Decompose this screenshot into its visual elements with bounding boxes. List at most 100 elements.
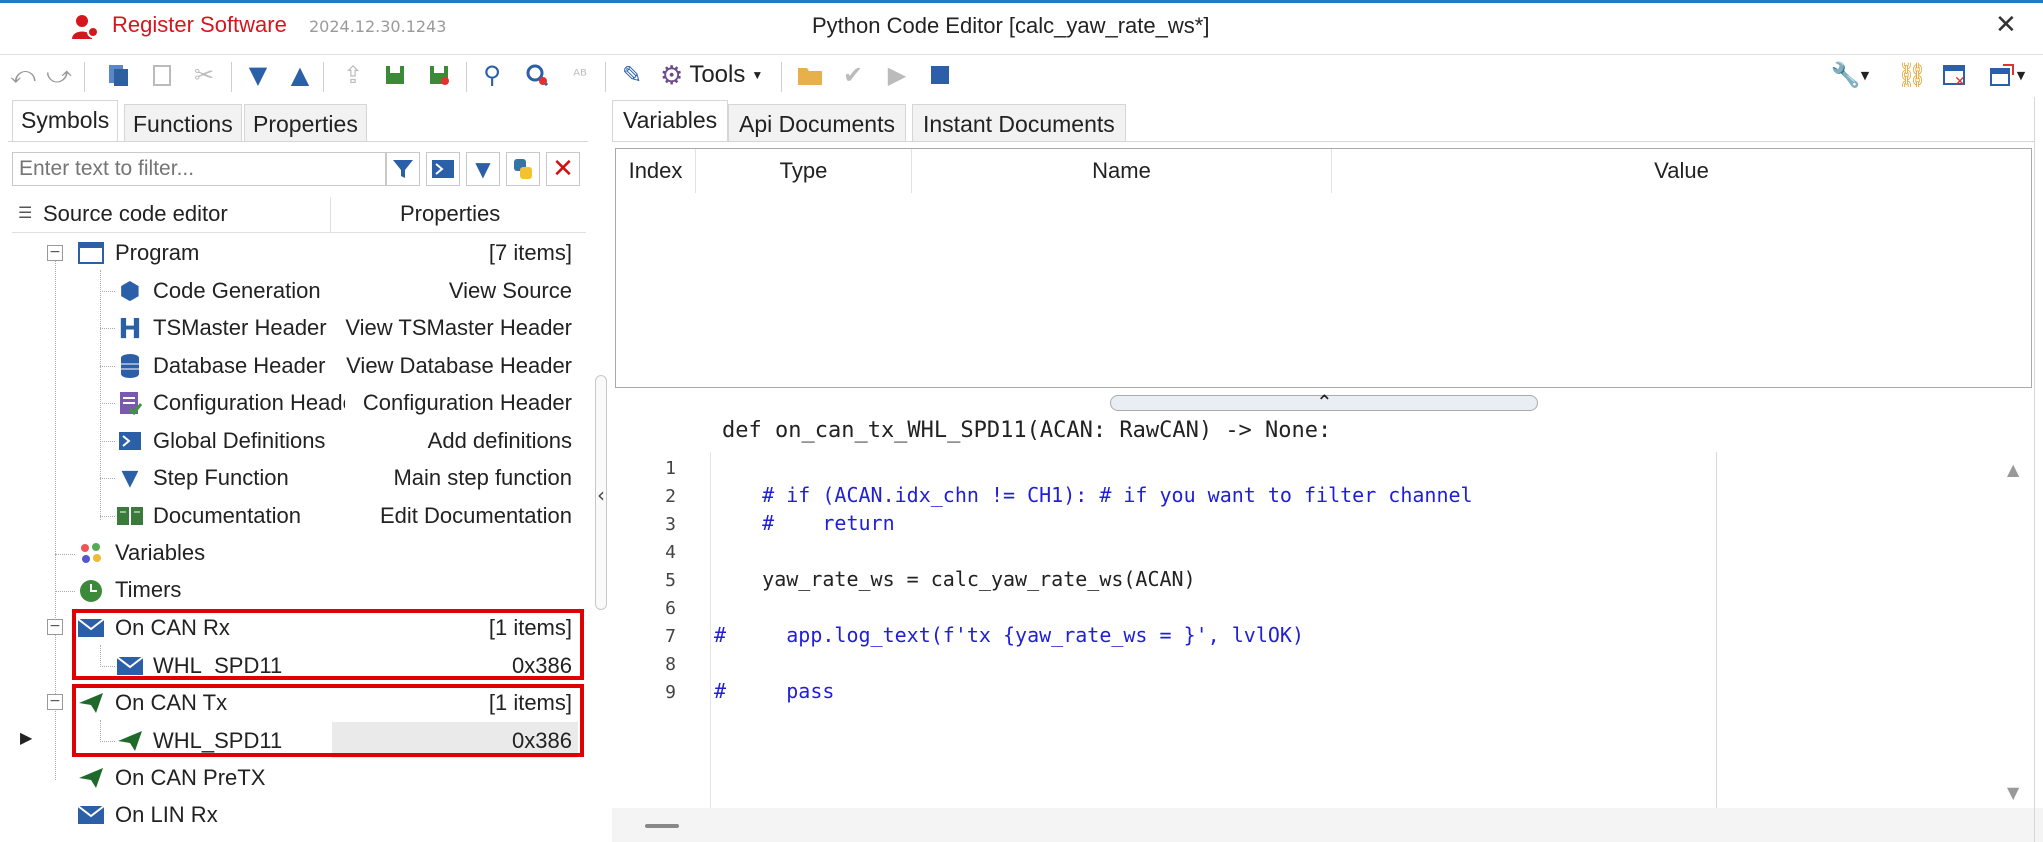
collapse-panel-icon[interactable]: ‹ xyxy=(597,483,605,507)
tree-item-documentation[interactable]: Documentation Edit Documentation xyxy=(153,498,572,534)
column-header-name[interactable]: Name xyxy=(912,149,1332,193)
tree-item-label: On CAN PreTX xyxy=(115,765,266,790)
clear-filter-icon[interactable]: ✕ xyxy=(546,152,580,186)
column-properties[interactable]: Properties xyxy=(400,201,500,227)
python-icon[interactable] xyxy=(506,152,540,186)
tree-item-value: View TSMaster Header xyxy=(345,315,572,340)
register-user-icon[interactable] xyxy=(70,12,100,42)
search-icon[interactable]: ⚲ xyxy=(477,60,507,90)
close-window-button[interactable]: ✕ xyxy=(1995,10,2017,40)
filter-input[interactable] xyxy=(12,152,386,186)
filter-icon[interactable] xyxy=(386,152,420,186)
wrench-icon[interactable]: 🔧 ▼ xyxy=(1828,60,1872,90)
powershell-icon[interactable] xyxy=(426,152,460,186)
open-folder-icon[interactable] xyxy=(795,60,825,90)
collapse-program-toggle[interactable]: − xyxy=(47,245,63,261)
export-icon[interactable]: ⇪ xyxy=(338,60,368,90)
cut-icon[interactable]: ✂ xyxy=(189,60,219,90)
code-line-comment[interactable]: # pass xyxy=(714,679,834,703)
line-number: 7 xyxy=(665,626,676,647)
code-line-comment[interactable]: # return xyxy=(714,511,894,535)
line-number: 4 xyxy=(665,542,676,563)
collapse-on-can-tx-toggle[interactable]: − xyxy=(47,694,63,710)
tree-item-label: TSMaster Header xyxy=(153,315,327,340)
tab-symbols[interactable]: Symbols xyxy=(12,100,119,142)
tab-functions[interactable]: Functions xyxy=(124,104,242,142)
tree-item-label: On LIN Rx xyxy=(115,802,218,827)
line-number: 6 xyxy=(665,598,676,619)
book-icon xyxy=(116,502,144,530)
tree-item-global-definitions[interactable]: Global Definitions Add definitions xyxy=(153,423,572,459)
scroll-down-icon[interactable]: ▼ xyxy=(2007,783,2019,802)
paste-icon[interactable] xyxy=(147,60,177,90)
tab-variables[interactable]: Variables xyxy=(612,100,729,142)
current-row-marker-icon: ▶ xyxy=(20,728,33,747)
pencil-icon[interactable]: ✎ xyxy=(617,60,647,90)
column-header-value[interactable]: Value xyxy=(1332,149,2031,193)
tree-item-database-header[interactable]: Database Header View Database Header xyxy=(153,348,572,384)
register-software-link[interactable]: Register Software xyxy=(112,12,287,38)
chevron-up-icon[interactable]: ⌃ xyxy=(1316,390,1333,414)
column-source-code-editor[interactable]: Source code editor xyxy=(43,201,228,227)
tree-item-tsmaster-header[interactable]: TSMaster Header View TSMaster Header xyxy=(153,310,572,346)
tab-api-documents[interactable]: Api Documents xyxy=(728,104,906,142)
variables-table: Index Type Name Value xyxy=(615,148,2032,388)
code-line-comment[interactable]: # app.log_text(f'tx {yaw_rate_ws = }', l… xyxy=(714,623,1304,647)
column-header-type[interactable]: Type xyxy=(696,149,912,193)
send-icon xyxy=(77,764,105,792)
tree-item-value: [7 items] xyxy=(488,240,572,265)
scroll-up-icon[interactable]: ▲ xyxy=(2007,460,2019,479)
stop-icon[interactable] xyxy=(925,60,955,90)
link-icon[interactable]: ⛓ xyxy=(1897,60,1927,90)
find-replace-icon[interactable] xyxy=(522,60,552,90)
code-line[interactable]: yaw_rate_ws = calc_yaw_rate_ws(ACAN) xyxy=(714,567,1195,591)
tree-item-step-function[interactable]: Step Function Main step function xyxy=(153,460,572,496)
chevron-down-icon: ▼ xyxy=(751,68,764,82)
tree-item-label: Global Definitions xyxy=(153,428,326,453)
window-title: Python Code Editor [calc_yaw_rate_ws*] xyxy=(812,13,1210,38)
undo-icon[interactable]: ⤺ xyxy=(8,60,38,90)
dropdown-filter-icon[interactable]: ▼ xyxy=(466,152,500,186)
tree-item-variables[interactable]: Variables xyxy=(115,535,572,571)
check-icon[interactable]: ✔ xyxy=(838,60,868,90)
tab-properties[interactable]: Properties xyxy=(244,104,367,142)
run-icon[interactable]: ▶ xyxy=(882,60,912,90)
tree-item-program[interactable]: Program [7 items] xyxy=(115,235,572,271)
tools-menu-button[interactable]: ⚙ Tools ▼ xyxy=(660,60,763,90)
move-down-icon[interactable]: ▼ xyxy=(243,60,273,90)
save-icon[interactable] xyxy=(380,60,410,90)
tree-item-value: Edit Documentation xyxy=(380,503,572,528)
tree-item-configuration-header[interactable]: Configuration Header Configuration Heade… xyxy=(153,385,572,421)
move-up-icon[interactable]: ▲ xyxy=(285,60,315,90)
line-number: 1 xyxy=(665,458,676,479)
save-as-icon[interactable] xyxy=(424,60,454,90)
line-number: 2 xyxy=(665,486,676,507)
redo-icon[interactable]: ⤻ xyxy=(44,60,74,90)
collapse-on-can-rx-toggle[interactable]: − xyxy=(47,619,63,635)
tools-label: Tools xyxy=(689,61,746,88)
text-replace-icon[interactable]: ᴬᴮ xyxy=(565,60,595,90)
tree-item-timers[interactable]: Timers xyxy=(115,572,572,608)
tree-item-code-generation[interactable]: Code Generation View Source xyxy=(153,273,572,309)
tree-item-on-can-pretx[interactable]: On CAN PreTX xyxy=(115,760,572,796)
close-window-icon[interactable]: ✕ xyxy=(1940,60,1970,90)
tree-item-label: Timers xyxy=(115,577,182,602)
line-number: 8 xyxy=(665,654,676,675)
column-header-index[interactable]: Index xyxy=(616,149,696,193)
tree-item-value: View Source xyxy=(448,278,572,303)
tab-instant-documents[interactable]: Instant Documents xyxy=(912,104,1126,142)
function-signature: def on_can_tx_WHL_SPD11(ACAN: RawCAN) ->… xyxy=(722,418,1332,443)
tree-item-on-lin-rx[interactable]: On LIN Rx xyxy=(115,797,572,833)
copy-icon[interactable] xyxy=(103,60,133,90)
tree-item-label: Configuration Header xyxy=(153,390,345,415)
window-export-icon[interactable]: ▼ xyxy=(1982,60,2032,90)
editor-horizontal-scrollbar[interactable] xyxy=(612,808,2043,842)
code-line-comment[interactable]: # if (ACAN.idx_chn != CH1): # if you wan… xyxy=(714,483,1472,507)
tree-item-label: Program xyxy=(115,240,200,265)
list-icon: ☰ xyxy=(18,205,33,222)
gear-icon: ⚙ xyxy=(660,59,684,90)
tree-item-label: Variables xyxy=(115,540,206,565)
scrollbar-thumb[interactable] xyxy=(645,824,679,828)
python-code-editor-window: Register Software 2024.12.30.1243 Python… xyxy=(0,0,2043,842)
envelope-icon xyxy=(77,801,105,829)
